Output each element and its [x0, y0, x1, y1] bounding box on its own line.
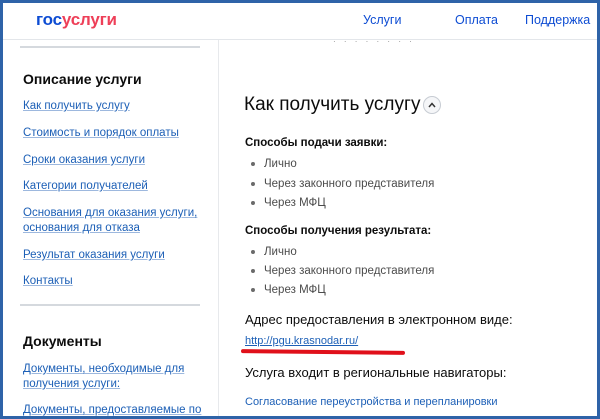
sidebar-middle-divider	[20, 304, 200, 306]
list-item: Лично	[251, 158, 297, 170]
list-item: Через законного представителя	[251, 265, 434, 277]
gosuslugi-logo[interactable]: госуслуги	[36, 10, 117, 30]
truncated-text-fragment: · · · · · · · ·	[333, 37, 415, 46]
screenshot-frame: госуслуги Услуги Оплата Поддержка Описан…	[0, 0, 600, 419]
sidebar-section-description-title: Описание услуги	[23, 71, 142, 87]
submit-method-label: Через законного представителя	[264, 178, 435, 190]
regional-navigators-title: Услуга входит в региональные навигаторы:	[245, 365, 507, 380]
bullet-icon	[251, 161, 255, 166]
sidebar-link-provided-docs[interactable]: Документы, предоставляемые по	[23, 403, 201, 416]
sidebar-link-required-docs-line2[interactable]: получения услуги:	[23, 377, 120, 392]
sidebar-link-contacts[interactable]: Контакты	[23, 274, 73, 289]
logo-part-gos: гос	[36, 10, 62, 29]
bullet-icon	[251, 287, 255, 292]
sidebar-link-cost[interactable]: Стоимость и порядок оплаты	[23, 126, 179, 141]
bullet-icon	[251, 249, 255, 254]
site-header: госуслуги Услуги Оплата Поддержка	[3, 3, 597, 40]
result-method-label: Через МФЦ	[264, 284, 326, 296]
sidebar-link-terms[interactable]: Сроки оказания услуги	[23, 153, 145, 168]
chevron-up-icon	[428, 102, 436, 108]
electronic-address-link[interactable]: http://pgu.krasnodar.ru/	[245, 335, 358, 347]
nav-services-link[interactable]: Услуги	[363, 13, 401, 27]
sidebar-link-how-to-get[interactable]: Как получить услугу	[23, 99, 130, 114]
result-method-label: Лично	[264, 246, 297, 258]
sidebar-link-grounds-line2[interactable]: основания для отказа	[23, 221, 140, 236]
red-annotation-underline	[240, 349, 406, 355]
bullet-icon	[251, 181, 255, 186]
electronic-address-title: Адрес предоставления в электронном виде:	[245, 312, 513, 327]
list-item: Лично	[251, 246, 297, 258]
list-item: Через МФЦ	[251, 284, 326, 296]
sidebar-link-grounds[interactable]: Основания для оказания услуги,	[23, 206, 197, 221]
regional-navigator-link[interactable]: Согласование переустройства и перепланир…	[245, 396, 498, 408]
sidebar-section-documents-title: Документы	[23, 333, 102, 349]
submit-methods-title: Способы подачи заявки:	[245, 137, 388, 149]
sidebar-link-result[interactable]: Результат оказания услуги	[23, 248, 165, 263]
submit-method-label: Лично	[264, 158, 297, 170]
submit-method-label: Через МФЦ	[264, 197, 326, 209]
nav-payment-link[interactable]: Оплата	[455, 13, 498, 27]
sidebar-top-divider	[20, 46, 200, 48]
sidebar-link-categories[interactable]: Категории получателей	[23, 179, 148, 194]
result-methods-title: Способы получения результата:	[245, 225, 432, 237]
list-item: Через законного представителя	[251, 178, 434, 190]
result-method-label: Через законного представителя	[264, 265, 435, 277]
page-title: Как получить услугу	[244, 94, 421, 115]
logo-part-uslugi: услуги	[61, 10, 117, 29]
collapse-button[interactable]	[423, 96, 441, 114]
nav-support-link[interactable]: Поддержка	[525, 13, 590, 27]
list-item: Через МФЦ	[251, 197, 326, 209]
bullet-icon	[251, 200, 255, 205]
bullet-icon	[251, 268, 255, 273]
content-separator	[218, 40, 219, 416]
sidebar-link-required-docs[interactable]: Документы, необходимые для	[23, 362, 184, 377]
